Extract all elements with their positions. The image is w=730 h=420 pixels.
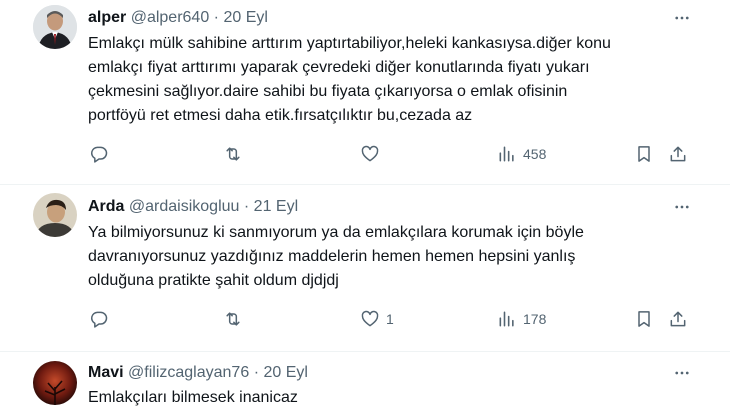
retweet-button[interactable] <box>223 142 243 166</box>
author-name[interactable]: alper <box>88 9 126 26</box>
more-icon[interactable] <box>672 8 692 28</box>
tweet-header: Mavi @filizcaglayan76 · 20 Eyl <box>88 363 308 383</box>
reply-icon <box>90 146 108 163</box>
separator-dot: · <box>213 9 219 26</box>
avatar[interactable] <box>33 193 77 237</box>
bookmark-icon <box>638 146 650 162</box>
share-button[interactable] <box>668 142 688 166</box>
avatar[interactable] <box>33 5 77 49</box>
tweet[interactable]: alper @alper640 · 20 Eyl Emlakçı mülk sa… <box>0 0 730 184</box>
separator-dot: · <box>243 198 250 215</box>
more-icon[interactable] <box>672 363 692 383</box>
like-count: 1 <box>386 311 394 327</box>
author-handle[interactable]: @filizcaglayan76 <box>128 364 249 381</box>
tweet-text-line: Emlakçı mülk sahibine arttırım yaptırtab… <box>88 35 611 52</box>
tweet-date[interactable]: 20 Eyl <box>223 9 267 26</box>
like-button[interactable] <box>360 142 386 166</box>
tweet-text-line: Ya bilmiyorsunuz ki sanmıyorum ya da eml… <box>88 224 584 241</box>
view-count: 458 <box>523 146 547 162</box>
reply-icon <box>90 311 108 328</box>
tweet[interactable]: Arda @ardaisikogluu · 21 Eyl Ya bilmiyor… <box>0 185 730 351</box>
tweet-date[interactable]: 20 Eyl <box>263 364 307 381</box>
tweet-text: Ya bilmiyorsunuz ki sanmıyorum ya da eml… <box>88 221 708 293</box>
views-icon <box>499 311 514 327</box>
retweet-icon <box>226 312 240 326</box>
reply-button[interactable] <box>89 142 109 166</box>
retweet-button[interactable] <box>223 307 243 331</box>
avatar[interactable] <box>33 361 77 405</box>
tweet-text-line: Emlakçıları bilmesek inanicaz <box>88 389 298 406</box>
tweet-text: Emlakçıları bilmesek inanicaz <box>88 386 708 410</box>
bookmark-button[interactable] <box>634 307 654 331</box>
like-icon <box>361 145 379 162</box>
avatar-image <box>33 193 77 237</box>
bookmark-button[interactable] <box>634 142 654 166</box>
tweet-text-line: davranıyorsunuz yazdığınız maddelerin he… <box>88 248 576 265</box>
share-icon <box>670 146 686 162</box>
reply-button[interactable] <box>89 307 109 331</box>
tweet-actions: 458 <box>0 142 730 166</box>
separator-dot: · <box>253 364 260 381</box>
tweet[interactable]: Mavi @filizcaglayan76 · 20 Eyl Emlakçıla… <box>0 352 730 420</box>
tweet-text-line: portföyü ret etmesi daha etik.fırsatçılı… <box>88 107 473 124</box>
more-icon[interactable] <box>672 197 692 217</box>
tweet-text-line: çekmesini sağlıyor.daire sahibi bu fiyat… <box>88 83 568 100</box>
views-icon <box>499 146 514 162</box>
author-name[interactable]: Mavi <box>88 364 124 381</box>
view-count: 178 <box>523 311 547 327</box>
author-name[interactable]: Arda <box>88 198 124 215</box>
avatar-image <box>33 5 77 49</box>
views-button[interactable]: 458 <box>497 142 546 166</box>
tweet-date[interactable]: 21 Eyl <box>254 198 298 215</box>
retweet-icon <box>226 147 240 161</box>
author-handle[interactable]: @ardaisikogluu <box>129 198 240 215</box>
like-icon <box>361 310 379 327</box>
author-handle[interactable]: @alper640 <box>131 9 210 26</box>
share-icon <box>670 311 686 327</box>
tweet-actions: 1 178 <box>0 307 730 331</box>
like-button[interactable]: 1 <box>360 307 394 331</box>
tweet-text-line: olduğuna pratikte şahit oldum djdjdj <box>88 272 339 289</box>
tweet-header: alper @alper640 · 20 Eyl <box>88 8 268 28</box>
share-button[interactable] <box>668 307 688 331</box>
bookmark-icon <box>638 311 650 327</box>
tweet-header: Arda @ardaisikogluu · 21 Eyl <box>88 197 298 217</box>
tweet-text: Emlakçı mülk sahibine arttırım yaptırtab… <box>88 32 708 128</box>
tweet-text-line: emlakçı fiyat arttırımı yaparak çevredek… <box>88 59 590 76</box>
avatar-image <box>33 361 77 405</box>
views-button[interactable]: 178 <box>497 307 546 331</box>
